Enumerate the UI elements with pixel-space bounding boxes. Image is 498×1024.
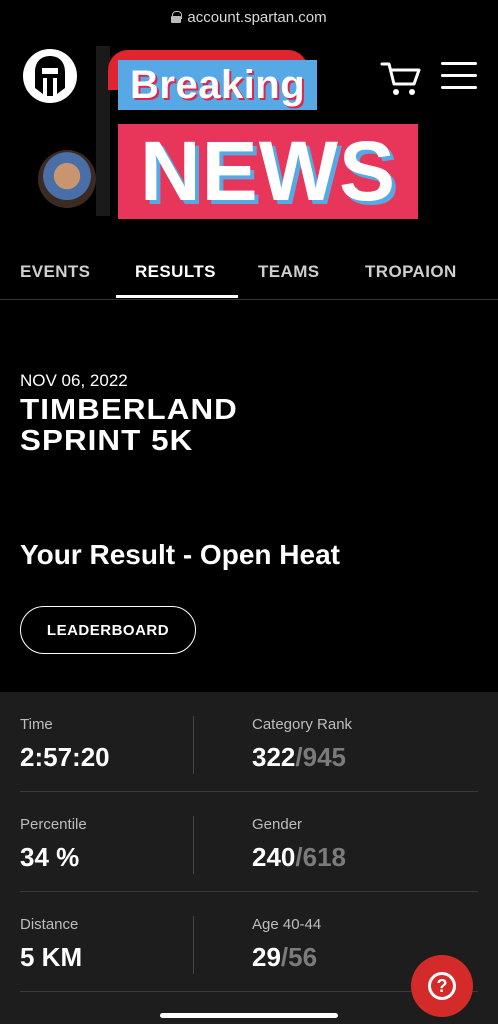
leaderboard-button[interactable]: LEADERBOARD — [20, 606, 196, 654]
distance-value: 5 KM — [20, 942, 83, 972]
tab-tropaion[interactable]: TROPAION — [365, 262, 457, 282]
hamburger-menu-icon[interactable] — [441, 60, 477, 92]
sticker-news-text: NEWS — [118, 124, 418, 219]
age-group-rank-value: 29/56 — [252, 942, 318, 972]
category-rank-total: /945 — [295, 742, 346, 772]
time-value: 2:57:20 — [20, 742, 110, 772]
lock-icon — [171, 11, 183, 23]
event-title: TIMBERLAND SPRINT 5K — [20, 395, 452, 457]
tab-bar: EVENTS RESULTS TEAMS TROPAION — [0, 244, 498, 300]
percentile-label: Percentile — [20, 816, 87, 833]
site-header: Breaking NEWS — [0, 34, 498, 244]
cart-icon[interactable] — [380, 60, 422, 98]
avatar[interactable] — [38, 150, 96, 208]
stat-row-time-rank: Time 2:57:20 Category Rank 322/945 — [0, 692, 498, 792]
sticker-breaking-text: Breaking — [118, 60, 318, 110]
distance-label: Distance — [20, 916, 79, 933]
gender-rank-total: /618 — [295, 842, 346, 872]
gender-rank-value: 240/618 — [252, 842, 346, 872]
age-group-label: Age 40-44 — [252, 916, 322, 933]
active-tab-indicator — [116, 295, 238, 298]
event-date: NOV 06, 2022 — [20, 371, 128, 390]
event-title-line2: SPRINT 5K — [20, 425, 194, 457]
breaking-news-sticker: Breaking NEWS — [92, 46, 422, 221]
address-bar[interactable]: account.spartan.com — [0, 0, 498, 34]
stat-row-percentile-gender: Percentile 34 % Gender 240/618 — [0, 792, 498, 892]
age-group-rank-total: /56 — [280, 942, 318, 972]
time-label: Time — [20, 716, 53, 733]
gender-label: Gender — [252, 816, 303, 833]
help-button[interactable]: ? — [411, 955, 473, 1017]
category-rank-value: 322/945 — [252, 742, 346, 772]
home-indicator[interactable] — [160, 1013, 338, 1018]
tab-events[interactable]: EVENTS — [20, 262, 90, 282]
tab-teams[interactable]: TEAMS — [258, 262, 320, 282]
url-text: account.spartan.com — [187, 8, 327, 26]
spartan-helmet-logo[interactable] — [22, 48, 78, 104]
event-title-line1: TIMBERLAND — [20, 394, 238, 426]
result-heading: Your Result - Open Heat — [20, 539, 340, 570]
category-rank-label: Category Rank — [252, 716, 353, 733]
tab-results[interactable]: RESULTS — [135, 262, 216, 282]
help-question-icon: ? — [428, 972, 456, 1000]
percentile-value: 34 % — [20, 842, 80, 872]
